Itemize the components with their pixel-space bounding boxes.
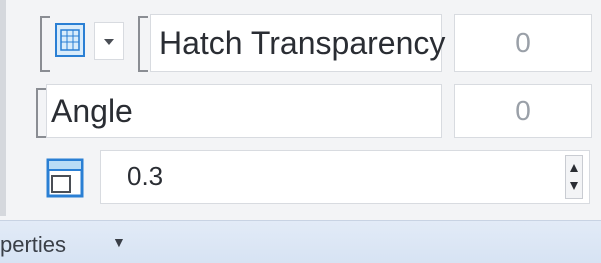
hatch-pattern-dropdown[interactable] <box>94 22 124 60</box>
chevron-down-icon <box>104 39 114 45</box>
hatch-transparency-label-box: Hatch Transparency <box>150 14 446 72</box>
properties-panel-title: perties <box>0 232 67 257</box>
angle-value: 0 <box>515 95 531 126</box>
spin-button[interactable] <box>565 155 583 199</box>
line-width-value: 0.3 <box>127 161 164 191</box>
properties-panel: Hatch Transparency 0 Angle 0 0.3 <box>0 0 601 220</box>
hatch-pattern-button[interactable] <box>52 18 88 62</box>
row-indicator <box>36 88 46 138</box>
hatch-transparency-row: Hatch Transparency 0 <box>0 8 601 78</box>
row-indicator <box>138 16 148 72</box>
angle-row: Angle 0 <box>0 82 601 142</box>
hatch-transparency-label: Hatch Transparency <box>159 25 446 61</box>
properties-panel-header[interactable]: perties ▼ <box>0 220 601 263</box>
hatch-pattern-icon <box>55 23 85 57</box>
line-width-button[interactable] <box>42 154 90 202</box>
hatch-transparency-value: 0 <box>515 27 531 58</box>
spin-arrows-icon <box>570 164 578 190</box>
angle-label: Angle <box>51 93 133 129</box>
angle-label-box: Angle <box>46 84 442 138</box>
line-width-icon <box>46 158 84 198</box>
line-width-field[interactable]: 0.3 <box>100 150 590 204</box>
row-indicator <box>40 16 50 72</box>
angle-value-field[interactable]: 0 <box>454 84 592 138</box>
hatch-transparency-value-field[interactable]: 0 <box>454 14 592 72</box>
chevron-down-icon[interactable]: ▼ <box>112 234 126 250</box>
line-width-row: 0.3 <box>0 146 601 210</box>
